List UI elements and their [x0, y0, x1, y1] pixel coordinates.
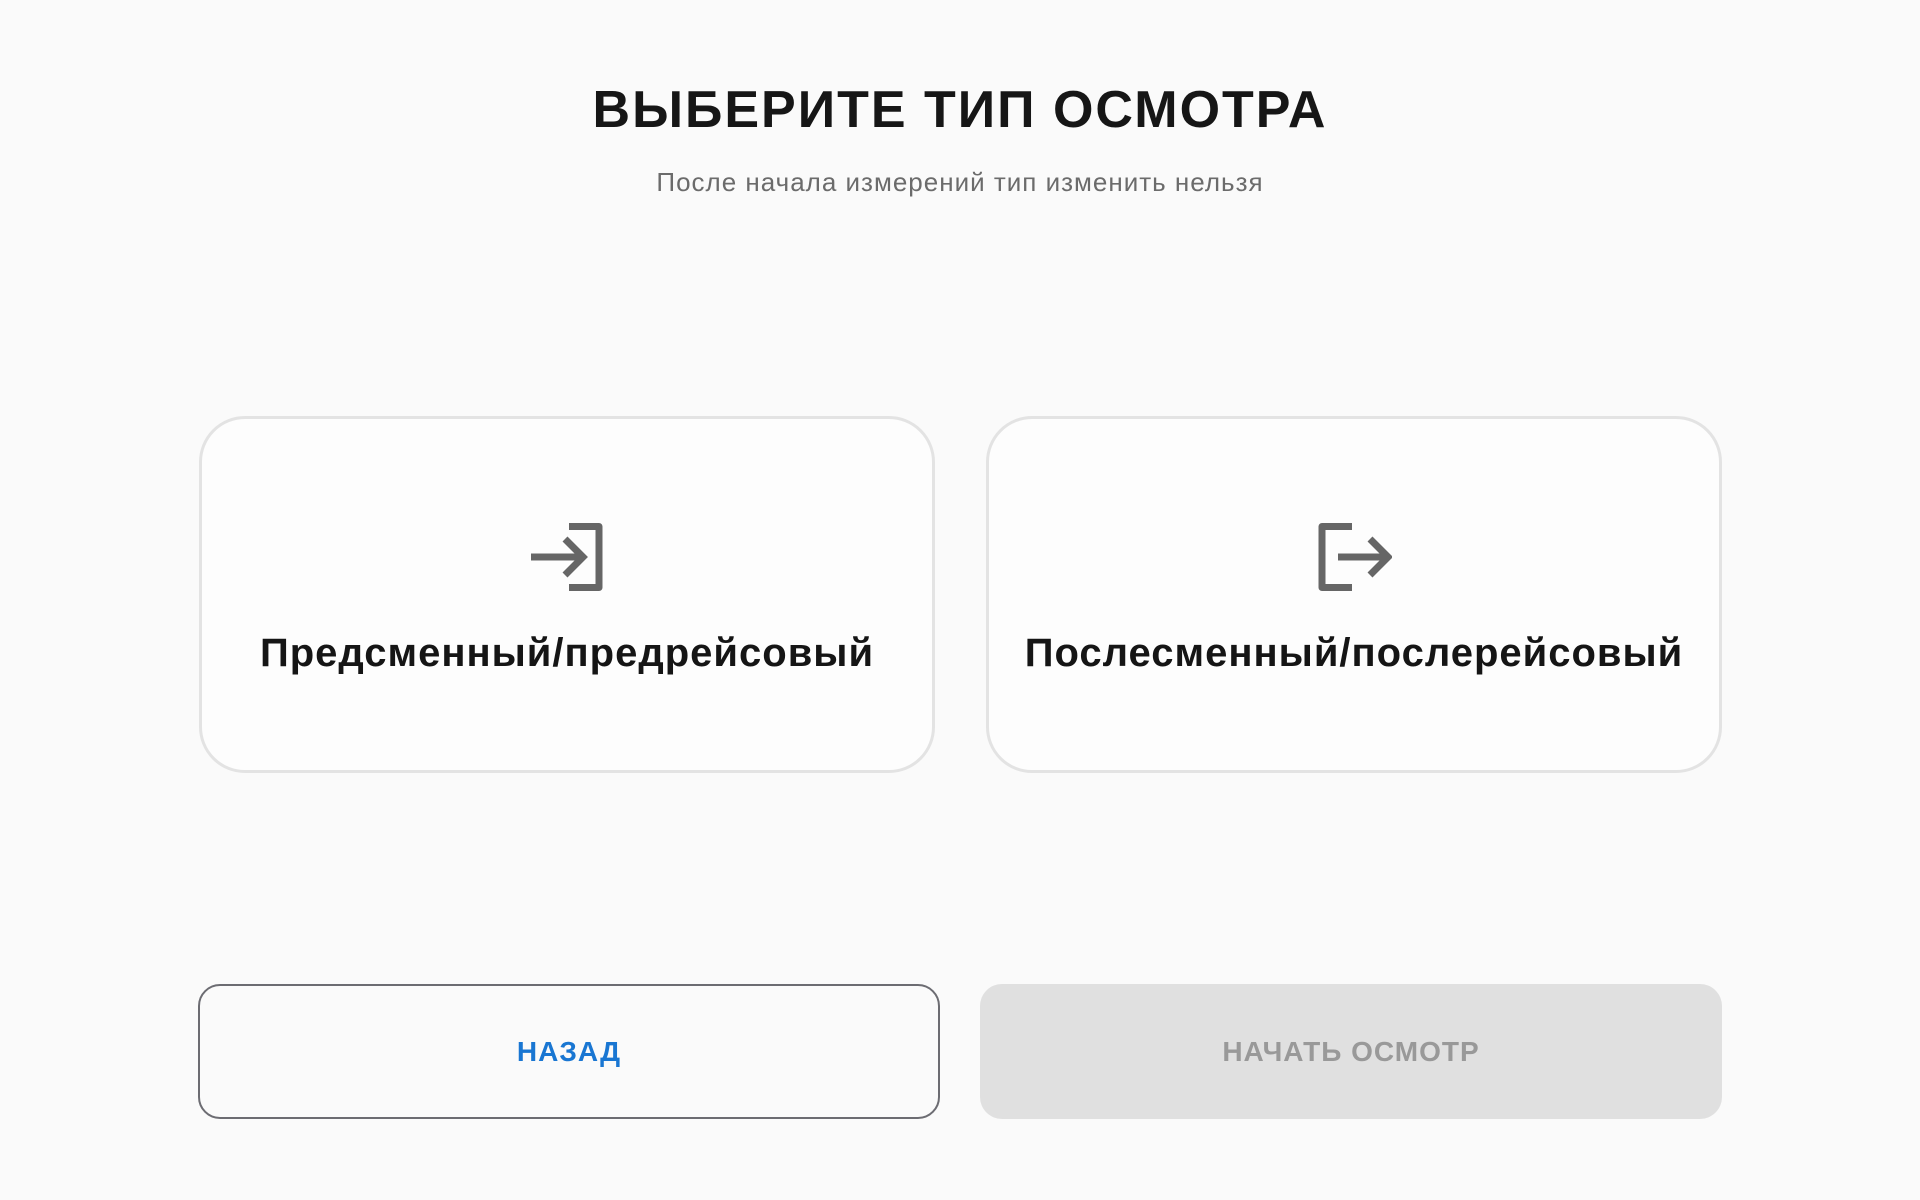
option-post-shift-card[interactable]: Послесменный/послерейсовый — [986, 416, 1722, 773]
logout-icon — [1316, 523, 1392, 591]
option-pre-shift-card[interactable]: Предсменный/предрейсовый — [199, 416, 935, 773]
start-inspection-button-label: НАЧАТЬ ОСМОТР — [1222, 1035, 1480, 1067]
back-button[interactable]: НАЗАД — [198, 984, 940, 1119]
inspection-type-screen: ВЫБЕРИТЕ ТИП ОСМОТРА После начала измере… — [0, 0, 1920, 1200]
start-inspection-button[interactable]: НАЧАТЬ ОСМОТР — [980, 984, 1722, 1119]
option-post-shift-label: Послесменный/послерейсовый — [1024, 631, 1684, 675]
page-title: ВЫБЕРИТЕ ТИП ОСМОТРА — [592, 81, 1328, 139]
page-subtitle: После начала измерений тип изменить нель… — [656, 167, 1264, 197]
back-button-label: НАЗАД — [516, 1035, 622, 1067]
option-pre-shift-label: Предсменный/предрейсовый — [259, 631, 875, 675]
login-icon — [529, 523, 605, 591]
